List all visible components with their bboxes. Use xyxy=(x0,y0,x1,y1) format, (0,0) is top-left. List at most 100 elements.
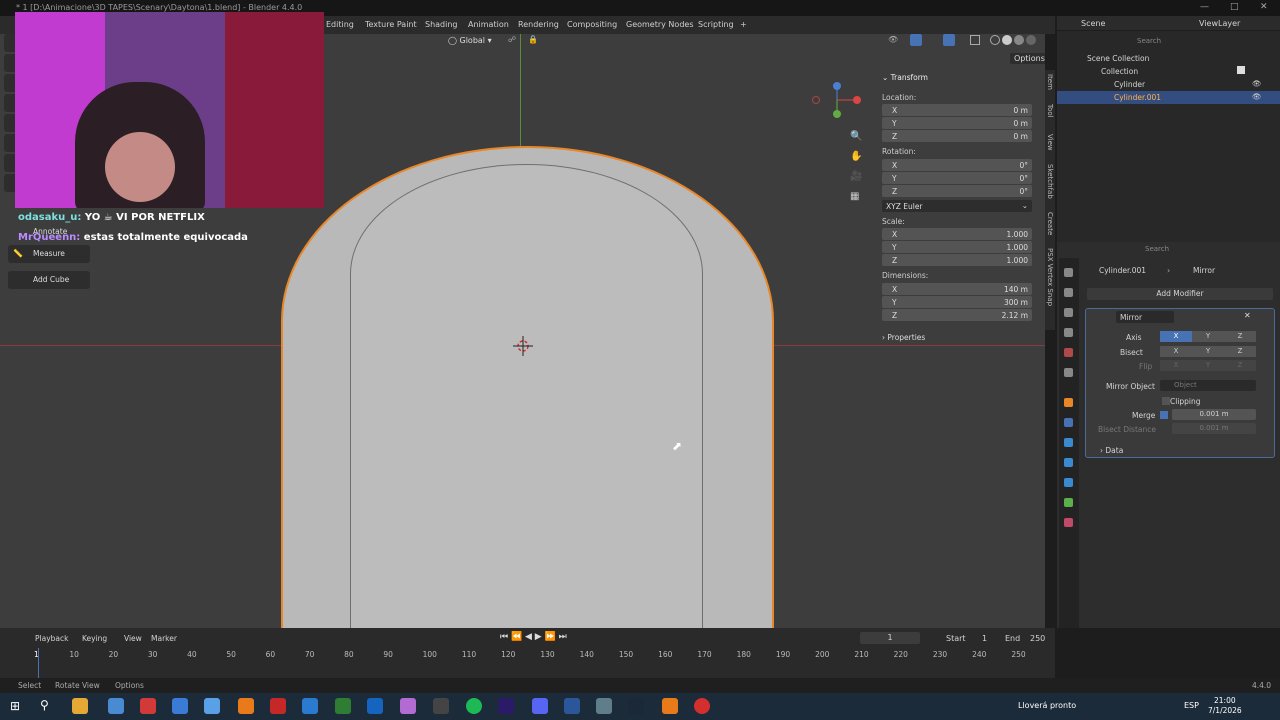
rotation-z-field[interactable]: Z 0° xyxy=(882,185,1032,197)
modifier-name-field[interactable]: Mirror xyxy=(1116,311,1174,323)
properties-section-header[interactable]: › Properties xyxy=(882,333,925,342)
rotation-mode-dropdown[interactable]: XYZ Euler ⌄ xyxy=(882,200,1032,212)
obs-icon[interactable] xyxy=(694,698,710,714)
start-frame-field[interactable]: 1 xyxy=(982,634,987,643)
blender-running-icon[interactable] xyxy=(662,698,678,714)
rotation-y-field[interactable]: Y 0° xyxy=(882,172,1032,184)
dimensions-x-field[interactable]: X 140 m xyxy=(882,283,1032,295)
minimize-icon[interactable]: — xyxy=(1200,2,1209,12)
tool-props-icon[interactable] xyxy=(1064,268,1073,277)
tab-shading[interactable]: Shading xyxy=(425,20,458,29)
tab-psx-vertex-snap[interactable]: PSX Vertex Snap xyxy=(1046,248,1054,306)
measure-tool-button[interactable]: 📏 Measure xyxy=(8,245,90,263)
checkbox-icon[interactable] xyxy=(1237,66,1245,74)
discord-icon[interactable] xyxy=(532,698,548,714)
dimensions-y-field[interactable]: Y 300 m xyxy=(882,296,1032,308)
mirror-object-field[interactable]: Object xyxy=(1160,380,1256,391)
tab-rendering[interactable]: Rendering xyxy=(518,20,559,29)
file-explorer-icon[interactable] xyxy=(72,698,88,714)
camera-view-icon[interactable]: 🎥 xyxy=(850,171,862,182)
pycharm-icon[interactable] xyxy=(335,698,351,714)
object-props-icon[interactable] xyxy=(1064,398,1073,407)
playhead[interactable] xyxy=(38,648,39,678)
outliner-scene-collection[interactable]: Scene Collection xyxy=(1057,52,1280,65)
eye-icon[interactable]: 👁 xyxy=(1252,92,1262,101)
snap-icon[interactable]: 🔒 xyxy=(528,35,538,44)
clipping-checkbox[interactable] xyxy=(1162,397,1170,405)
outliner-item-cylinder-001[interactable]: Cylinder.001 👁 xyxy=(1057,91,1280,104)
particles-props-icon[interactable] xyxy=(1064,438,1073,447)
search-icon[interactable]: ⚲ xyxy=(40,698,49,712)
properties-search[interactable]: Search xyxy=(1145,245,1169,253)
after-effects-icon[interactable] xyxy=(498,698,514,714)
location-z-field[interactable]: Z 0 m xyxy=(882,130,1032,142)
rotation-x-field[interactable]: X 0° xyxy=(882,159,1032,171)
output-props-icon[interactable] xyxy=(1064,308,1073,317)
dimensions-z-field[interactable]: Z 2.12 m xyxy=(882,309,1032,321)
add-modifier-button[interactable]: Add Modifier xyxy=(1087,288,1273,300)
tab-tool[interactable]: Tool xyxy=(1046,104,1054,118)
scale-z-field[interactable]: Z 1.000 xyxy=(882,254,1032,266)
outliner-collection[interactable]: Collection xyxy=(1057,65,1280,78)
playback-controls[interactable]: ⏮ ⏪ ◀ ▶ ⏩ ⏭ xyxy=(500,632,567,642)
world-props-icon[interactable] xyxy=(1064,368,1073,377)
pan-hand-icon[interactable]: ✋ xyxy=(850,151,862,162)
scale-y-field[interactable]: Y 1.000 xyxy=(882,241,1032,253)
chrome-icon[interactable] xyxy=(108,698,124,714)
edge-icon[interactable] xyxy=(172,698,188,714)
material-props-icon[interactable] xyxy=(1064,518,1073,527)
3d-cursor-icon[interactable] xyxy=(513,336,533,356)
flip-x-toggle[interactable]: X xyxy=(1160,360,1192,371)
flip-y-toggle[interactable]: Y xyxy=(1192,360,1224,371)
photos-icon[interactable] xyxy=(302,698,318,714)
view-layer-props-icon[interactable] xyxy=(1064,328,1073,337)
tab-texture-paint[interactable]: Texture Paint xyxy=(365,20,417,29)
physics-props-icon[interactable] xyxy=(1064,458,1073,467)
render-props-icon[interactable] xyxy=(1064,288,1073,297)
keying-menu[interactable]: Keying xyxy=(82,634,107,643)
frame-ruler[interactable]: 1 10 20 30 40 50 60 70 80 90 100 110 120 130 140 150 160… xyxy=(0,648,1055,662)
scale-x-field[interactable]: X 1.000 xyxy=(882,228,1032,240)
vscode-icon[interactable] xyxy=(367,698,383,714)
tab-create[interactable]: Create xyxy=(1046,212,1054,235)
bisect-y-toggle[interactable]: Y xyxy=(1192,346,1224,357)
app-icon[interactable] xyxy=(433,698,449,714)
settings-icon[interactable] xyxy=(596,698,612,714)
steam-icon[interactable] xyxy=(628,698,644,714)
close-icon[interactable]: ✕ xyxy=(1260,2,1268,12)
location-y-field[interactable]: Y 0 m xyxy=(882,117,1032,129)
close-icon[interactable]: ✕ xyxy=(1244,311,1251,320)
scene-props-icon[interactable] xyxy=(1064,348,1073,357)
video-app-icon[interactable] xyxy=(270,698,286,714)
bisect-x-toggle[interactable]: X xyxy=(1160,346,1192,357)
zoom-icon[interactable]: 🔍 xyxy=(850,131,862,142)
navigation-gizmo[interactable] xyxy=(810,78,865,123)
scene-selector[interactable]: Scene xyxy=(1081,19,1105,28)
flip-z-toggle[interactable]: Z xyxy=(1224,360,1256,371)
playback-menu[interactable]: Playback xyxy=(35,634,68,643)
transform-section-header[interactable]: ⌄ Transform xyxy=(882,73,928,82)
view-layer-selector[interactable]: ViewLayer xyxy=(1199,19,1240,28)
tab-view[interactable]: View xyxy=(1046,134,1054,151)
tab-geometry-nodes[interactable]: Geometry Nodes xyxy=(626,20,693,29)
paint-icon[interactable] xyxy=(400,698,416,714)
merge-distance-field[interactable]: 0.001 m xyxy=(1172,409,1256,420)
current-frame-field[interactable]: 1 xyxy=(860,632,920,644)
perspective-grid-icon[interactable]: ▦ xyxy=(850,191,859,202)
tab-item[interactable]: Item xyxy=(1046,74,1054,90)
marker-menu[interactable]: Marker xyxy=(151,634,177,643)
add-workspace-button[interactable]: + xyxy=(740,20,747,29)
tab-animation[interactable]: Animation xyxy=(468,20,509,29)
axis-z-toggle[interactable]: Z xyxy=(1224,331,1256,342)
maximize-icon[interactable]: □ xyxy=(1230,2,1239,12)
outliner-item-cylinder[interactable]: Cylinder 👁 xyxy=(1057,78,1280,91)
pivot-icon[interactable]: ☍ xyxy=(508,35,516,44)
axis-y-toggle[interactable]: Y xyxy=(1192,331,1224,342)
tab-editing[interactable]: Editing xyxy=(326,20,354,29)
tab-sketchfab[interactable]: Sketchfab xyxy=(1046,164,1054,199)
bisect-distance-field[interactable]: 0.001 m xyxy=(1172,423,1256,434)
data-subpanel-header[interactable]: › Data xyxy=(1100,446,1123,455)
tab-compositing[interactable]: Compositing xyxy=(567,20,617,29)
modifier-props-icon[interactable] xyxy=(1064,418,1073,427)
location-x-field[interactable]: X 0 m xyxy=(882,104,1032,116)
